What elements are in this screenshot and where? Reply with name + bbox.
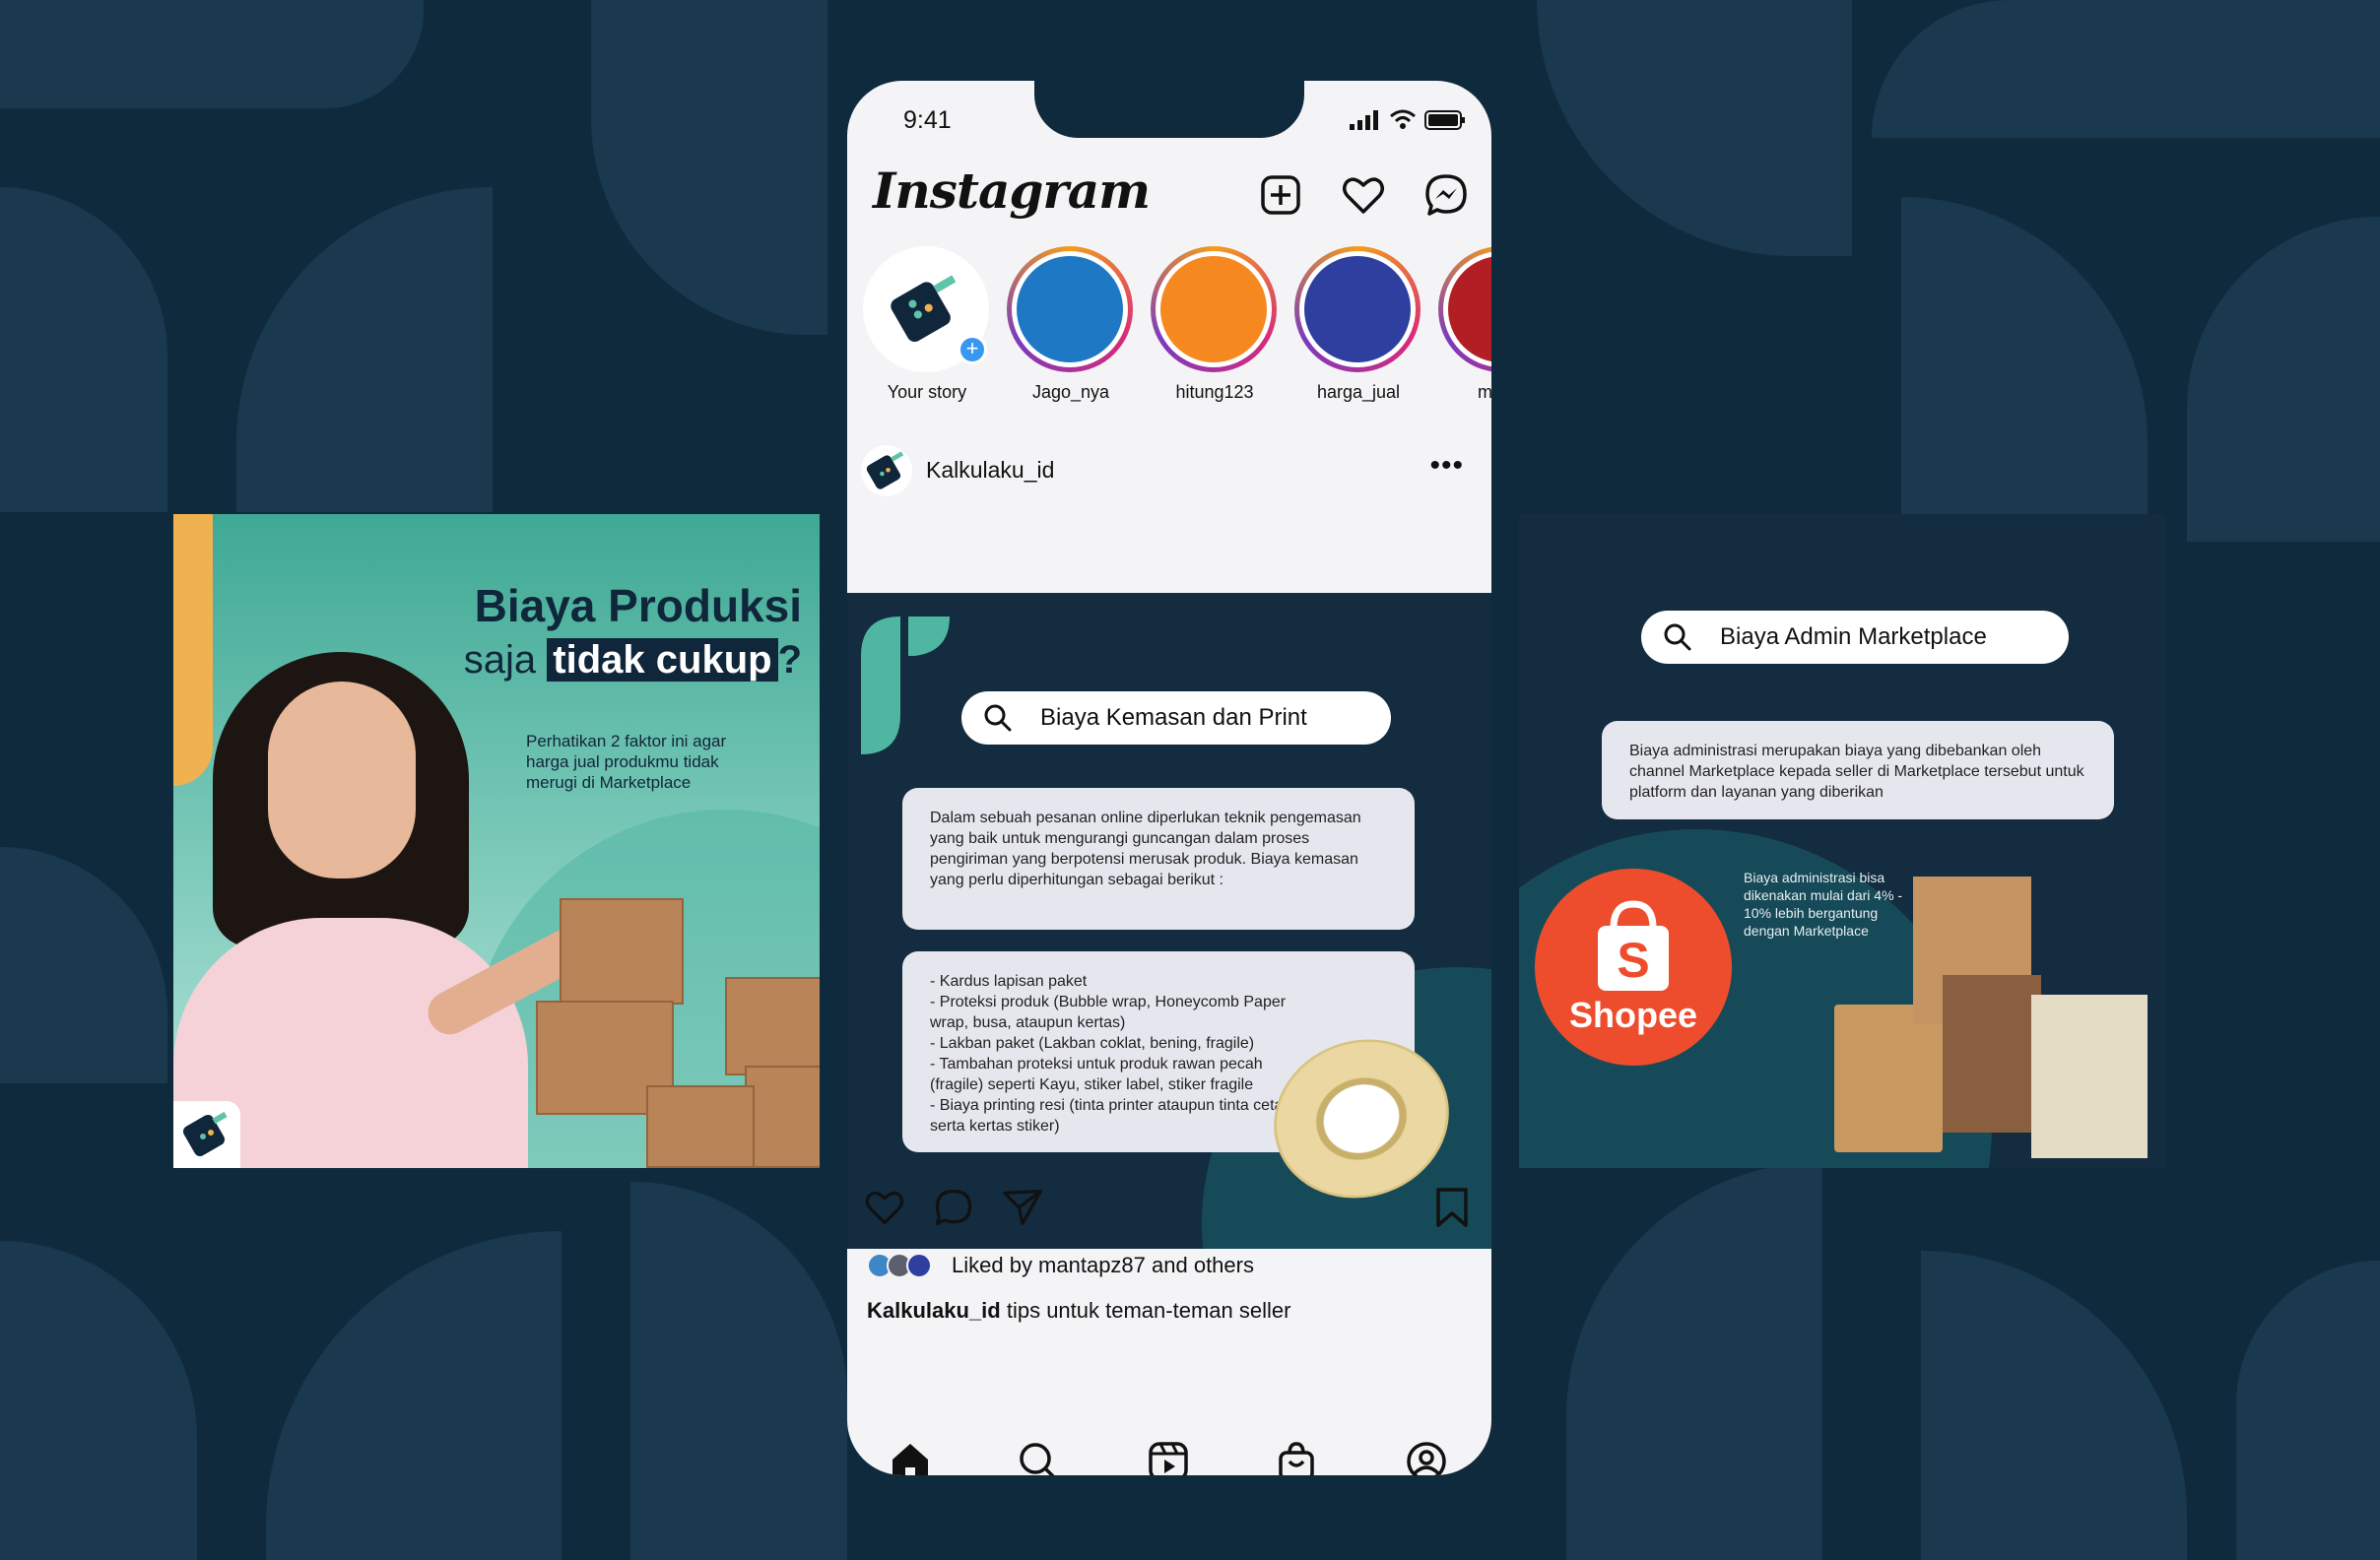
profile-icon[interactable] [1405,1440,1448,1475]
liked-by-avatars [867,1253,946,1278]
caption: Kalkulaku_id tips untuk teman-teman sell… [867,1298,1290,1324]
decorative-leaf [861,617,950,754]
bg-shape [2187,217,2380,542]
shopee-wordmark: Shopee [1568,995,1698,1035]
search-kemasan-print[interactable]: Biaya Kemasan dan Print [961,691,1391,745]
story-your-story[interactable]: + Your story [863,246,991,403]
signal-icon [1350,110,1378,130]
list-item: - Tambahan proteksi untuk produk rawan p… [930,1056,1263,1093]
status-time: 9:41 [903,106,952,134]
caption-text: tips untuk teman-teman seller [1006,1298,1291,1323]
headline: Biaya Produksi saja tidak cukup? [437,579,802,682]
app-logo[interactable]: Instagram [873,162,1151,220]
bg-shape [630,1182,847,1560]
story-label: harga_jual [1316,382,1401,402]
avatar[interactable] [861,445,912,496]
bg-shape [0,0,424,108]
headline-question: ? [777,638,802,682]
phone-notch [1034,81,1304,138]
list-item: - Lakban paket (Lakban coklat, bening, f… [930,1035,1255,1052]
bg-shape [1921,1251,2187,1560]
bg-shape [236,187,493,512]
carousel-slide-right[interactable]: Biaya Admin Marketplace Biaya administra… [1519,514,2165,1168]
subtitle: Perhatikan 2 faktor ini agar harga jual … [526,732,727,792]
add-story-icon[interactable]: + [958,335,987,364]
like-icon[interactable] [863,1186,906,1229]
story-jago-nya[interactable]: Jago_nya [1007,246,1135,403]
home-icon[interactable] [889,1440,932,1475]
bg-shape [591,0,827,335]
story-harga-jual[interactable]: harga_jual [1294,246,1422,403]
tote-bags [1834,847,2165,1168]
messenger-icon[interactable] [1422,171,1470,219]
share-icon[interactable] [1001,1186,1044,1229]
caption-username[interactable]: Kalkulaku_id [867,1298,1001,1323]
post-header: Kalkulaku_id ••• [861,445,1478,496]
story-label: mateo [1477,382,1491,402]
list-item: - Biaya printing resi (tinta printer ata… [930,1097,1291,1135]
shopping-bag-icon: S [1598,900,1669,991]
search-icon [984,704,1012,732]
bg-shape [0,187,167,512]
shop-icon[interactable] [1275,1440,1318,1475]
story-label: Jago_nya [1031,382,1110,402]
story-label: Your story [887,382,967,402]
wifi-icon [1390,109,1416,129]
story-label: hitung123 [1175,382,1254,402]
svg-text:S: S [1617,933,1649,988]
bg-shape [0,1241,197,1560]
bookmark-icon[interactable] [1432,1186,1472,1229]
bg-shape [266,1231,562,1560]
new-post-icon[interactable] [1257,171,1304,219]
list-item: - Proteksi produk (Bubble wrap, Honeycom… [930,994,1287,1031]
reels-icon[interactable] [1147,1440,1190,1475]
search-icon [1664,623,1691,651]
story-avatar [1304,256,1411,362]
bg-shape [1901,197,2148,522]
bg-shape [1537,0,1852,256]
carousel-slide-left[interactable]: Biaya Produksi saja tidak cukup? Perhati… [173,514,820,1168]
info-card: Dalam sebuah pesanan online diperlukan t… [902,788,1415,930]
battery-icon [1424,110,1465,130]
woman-photo [173,622,607,1168]
search-label: Biaya Admin Marketplace [1720,623,1987,650]
headline-line1: Biaya Produksi [474,580,802,631]
comment-icon[interactable] [932,1186,975,1229]
story-avatar [1160,256,1267,362]
brand-logo [173,1101,240,1168]
bg-shape [2236,1261,2380,1560]
likes-text[interactable]: Liked by mantapz87 and others [952,1253,1254,1278]
headline-saja: saja [463,638,537,682]
search-label: Biaya Kemasan dan Print [1040,704,1307,731]
headline-highlight: tidak cukup [547,638,778,682]
heart-icon[interactable] [1340,171,1387,219]
story-hitung123[interactable]: hitung123 [1151,246,1279,403]
bg-shape [1872,0,2380,138]
story-avatar [1448,256,1491,362]
shopee-logo: S Shopee [1535,869,1732,1066]
list-item: - Kardus lapisan paket [930,973,1088,990]
phone-frame: 9:41 Instagram + Your story Jago_nya hit… [847,81,1491,1475]
bg-shape [0,847,167,1083]
bg-shape [1566,1162,1822,1560]
brand-logo-icon [891,275,957,343]
carousel-slide-middle[interactable]: Biaya Kemasan dan Print Dalam sebuah pes… [847,593,1491,1249]
more-options-icon[interactable]: ••• [1429,449,1464,483]
story-avatar [1017,256,1123,362]
story-mateo[interactable]: mateo [1438,246,1491,403]
post-username[interactable]: Kalkulaku_id [926,457,1054,484]
your-story-avatar: + [863,246,989,372]
search-icon[interactable] [1017,1440,1060,1475]
search-admin-marketplace[interactable]: Biaya Admin Marketplace [1641,611,2069,664]
info-card: Biaya administrasi merupakan biaya yang … [1602,721,2114,819]
